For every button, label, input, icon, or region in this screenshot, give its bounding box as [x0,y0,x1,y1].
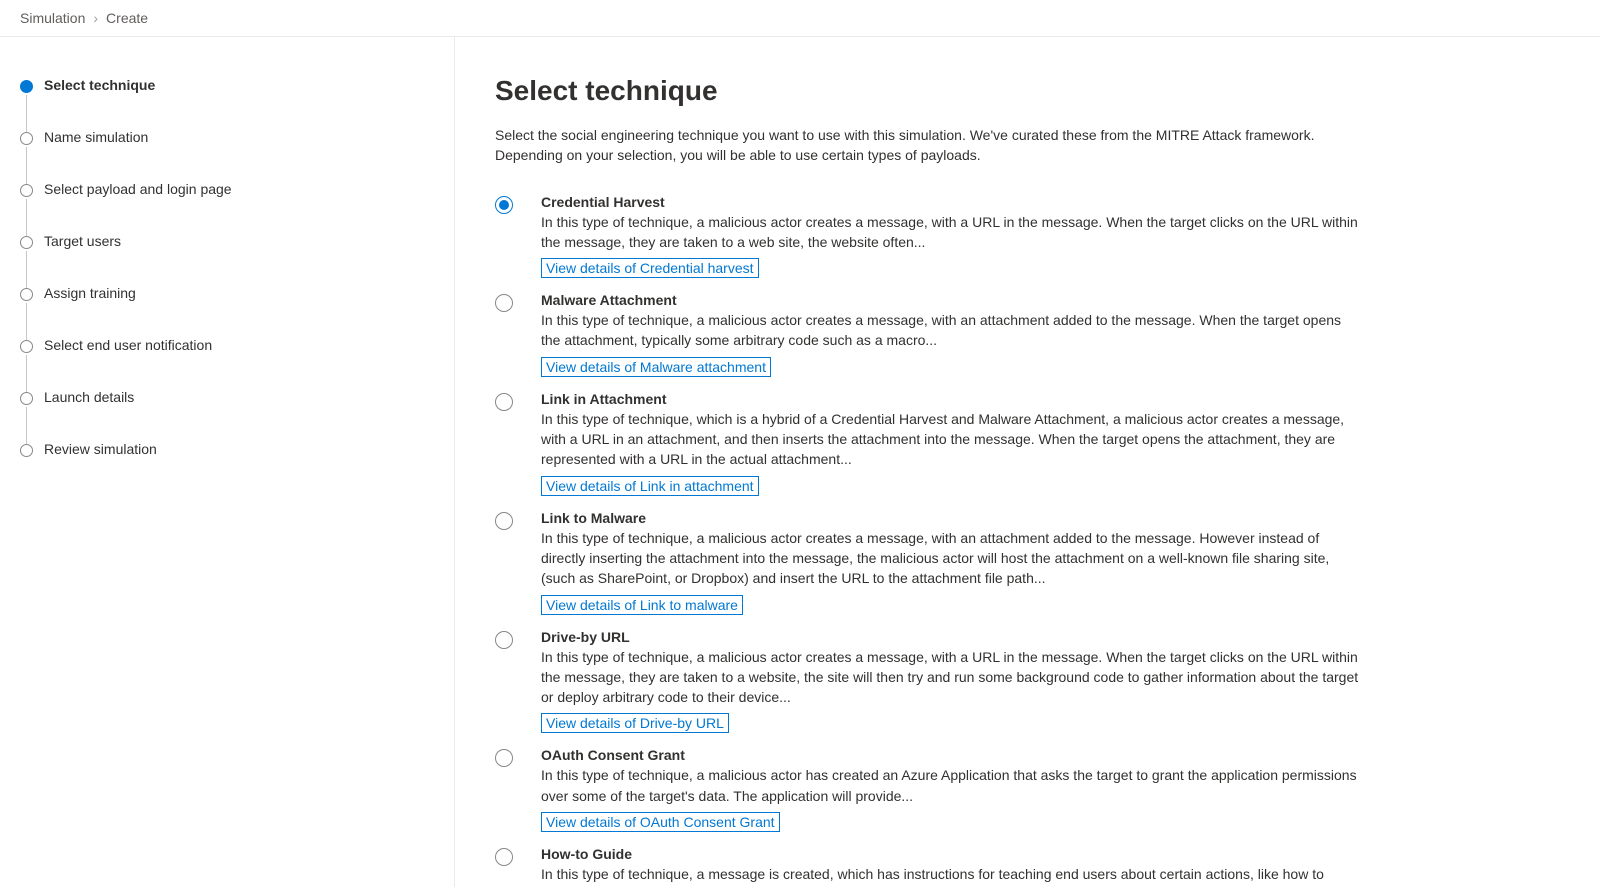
technique-description: In this type of technique, which is a hy… [541,409,1361,470]
wizard-step-label: Assign training [44,285,136,301]
radio-button[interactable] [495,512,513,530]
radio-button[interactable] [495,393,513,411]
breadcrumb-current: Create [106,10,148,26]
radio-button[interactable] [495,196,513,214]
technique-option-body: Credential Harvest In this type of techni… [541,194,1361,279]
radio-button[interactable] [495,294,513,312]
technique-title: How-to Guide [541,846,1361,862]
technique-option: Drive-by URL In this type of technique, a… [495,629,1560,734]
technique-option: OAuth Consent Grant In this type of techn… [495,747,1560,832]
technique-description: In this type of technique, a malicious a… [541,765,1361,806]
wizard-step[interactable]: Review simulation [20,441,434,457]
technique-title: Drive-by URL [541,629,1361,645]
technique-description: In this type of technique, a message is … [541,864,1361,887]
technique-option-body: Malware Attachment In this type of techni… [541,292,1361,377]
view-details-link[interactable]: View details of OAuth Consent Grant [541,812,780,832]
view-details-link[interactable]: View details of Link in attachment [541,476,759,496]
page-title: Select technique [495,75,1560,107]
view-details-link[interactable]: View details of Drive-by URL [541,713,729,733]
wizard-sidebar: Select technique Name simulation Select pa… [0,37,455,887]
step-indicator-icon [20,392,33,405]
wizard-step-label: Target users [44,233,121,249]
technique-title: Malware Attachment [541,292,1361,308]
technique-option-body: Link to Malware In this type of technique… [541,510,1361,615]
wizard-step-label: Name simulation [44,129,148,145]
radio-button[interactable] [495,749,513,767]
step-indicator-icon [20,184,33,197]
technique-description: In this type of technique, a malicious a… [541,647,1361,708]
technique-description: In this type of technique, a malicious a… [541,212,1361,253]
wizard-step[interactable]: Launch details [20,389,434,405]
wizard-step[interactable]: Target users [20,233,434,249]
view-details-link[interactable]: View details of Credential harvest [541,258,759,278]
wizard-step[interactable]: Name simulation [20,129,434,145]
technique-title: Credential Harvest [541,194,1361,210]
wizard-step-label: Select technique [44,77,155,93]
page-intro: Select the social engineering technique … [495,125,1375,166]
wizard-step-label: Select payload and login page [44,181,232,197]
technique-option: Link in Attachment In this type of techni… [495,391,1560,496]
technique-title: Link to Malware [541,510,1361,526]
step-indicator-icon [20,80,33,93]
technique-option: Link to Malware In this type of technique… [495,510,1560,615]
breadcrumb-parent[interactable]: Simulation [20,10,85,26]
wizard-step[interactable]: Select payload and login page [20,181,434,197]
chevron-right-icon: › [93,10,98,26]
technique-option: Malware Attachment In this type of techni… [495,292,1560,377]
radio-button[interactable] [495,848,513,866]
view-details-link[interactable]: View details of Malware attachment [541,357,771,377]
step-indicator-icon [20,444,33,457]
technique-option: How-to Guide In this type of technique, a… [495,846,1560,887]
step-indicator-icon [20,236,33,249]
technique-description: In this type of technique, a malicious a… [541,310,1361,351]
wizard-step[interactable]: Assign training [20,285,434,301]
wizard-step-label: Launch details [44,389,134,405]
technique-description: In this type of technique, a malicious a… [541,528,1361,589]
technique-option-body: Drive-by URL In this type of technique, a… [541,629,1361,734]
technique-title: Link in Attachment [541,391,1361,407]
wizard-step[interactable]: Select end user notification [20,337,434,353]
wizard-step[interactable]: Select technique [20,77,434,93]
view-details-link[interactable]: View details of Link to malware [541,595,743,615]
step-indicator-icon [20,132,33,145]
radio-button[interactable] [495,631,513,649]
technique-option-body: OAuth Consent Grant In this type of techn… [541,747,1361,832]
step-indicator-icon [20,340,33,353]
breadcrumb: Simulation › Create [0,0,1600,37]
technique-option-body: How-to Guide In this type of technique, a… [541,846,1361,887]
step-indicator-icon [20,288,33,301]
technique-option-body: Link in Attachment In this type of techni… [541,391,1361,496]
technique-title: OAuth Consent Grant [541,747,1361,763]
wizard-step-label: Select end user notification [44,337,212,353]
technique-option: Credential Harvest In this type of techni… [495,194,1560,279]
wizard-step-label: Review simulation [44,441,157,457]
main-content: Select technique Select the social engin… [455,37,1600,887]
